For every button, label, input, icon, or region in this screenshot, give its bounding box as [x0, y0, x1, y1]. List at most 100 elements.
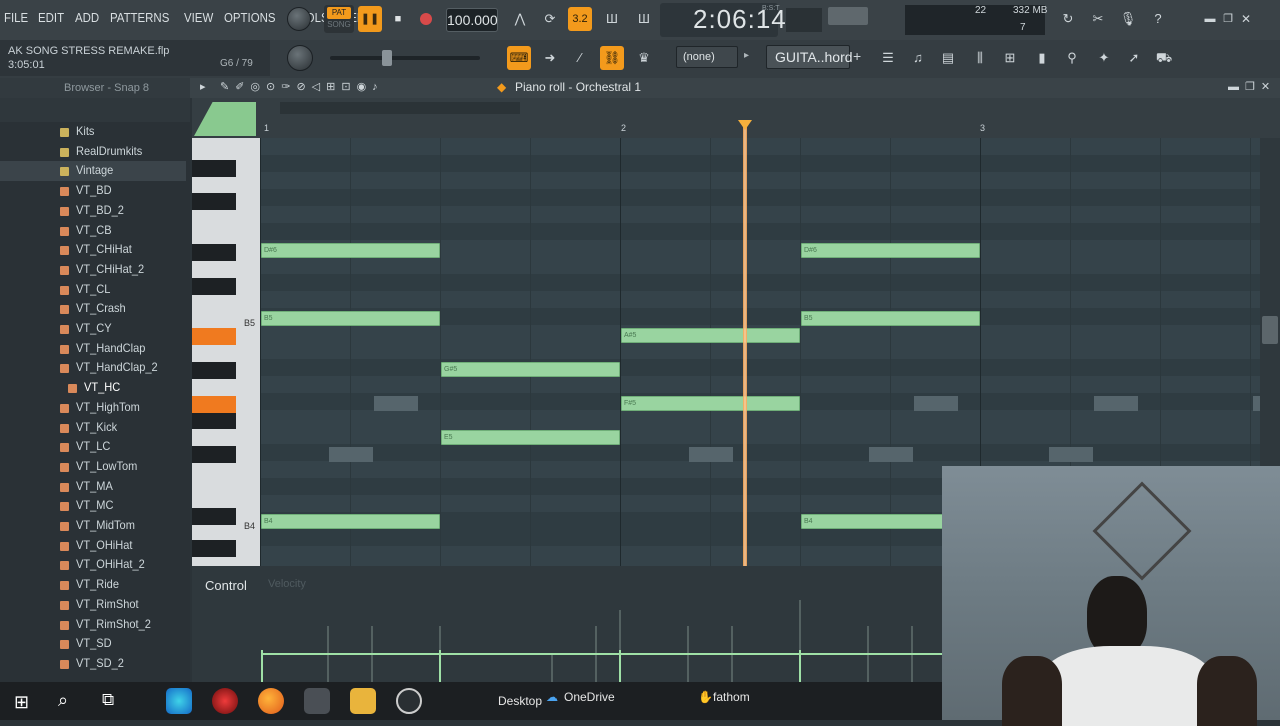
- note[interactable]: D#6: [261, 243, 440, 258]
- control-label[interactable]: Control: [205, 578, 247, 593]
- record-button[interactable]: [414, 6, 438, 32]
- refresh-icon[interactable]: ↻: [1056, 7, 1080, 31]
- note[interactable]: A#5: [621, 328, 800, 343]
- playhead-marker[interactable]: [738, 120, 752, 130]
- firefox-icon[interactable]: [258, 688, 284, 714]
- obs-icon[interactable]: [396, 688, 422, 714]
- overview-strip[interactable]: [280, 102, 520, 114]
- edge-icon[interactable]: [166, 688, 192, 714]
- pattern-selector[interactable]: (none): [676, 46, 738, 68]
- browser-item[interactable]: VT_BD_2: [0, 201, 186, 221]
- black-key[interactable]: [192, 540, 236, 557]
- black-key[interactable]: [192, 244, 236, 261]
- browser-item[interactable]: Kits: [0, 122, 186, 142]
- loop-record-icon[interactable]: Ш: [632, 7, 656, 31]
- brush-icon[interactable]: ⁄: [568, 46, 592, 70]
- browser-item[interactable]: VT_MidTom: [0, 516, 186, 536]
- note[interactable]: B4: [261, 514, 440, 529]
- chevron-right-icon[interactable]: ▸: [744, 50, 749, 61]
- black-key[interactable]: [192, 193, 236, 210]
- browser-item[interactable]: VT_HighTom: [0, 398, 186, 418]
- browser-item[interactable]: VT_SD_2: [0, 654, 186, 674]
- browser-icon[interactable]: ⊞: [998, 46, 1022, 70]
- browser-item[interactable]: VT_CL: [0, 280, 186, 300]
- browser-item[interactable]: VT_Crash: [0, 299, 186, 319]
- menu-add[interactable]: ADD: [75, 10, 99, 25]
- browser-item[interactable]: VT_Kick: [0, 418, 186, 438]
- browser-item[interactable]: VT_OHiHat_2: [0, 555, 186, 575]
- piano-roll-icon[interactable]: ♫: [906, 46, 930, 70]
- master-volume-slider[interactable]: [330, 56, 480, 60]
- link-icon[interactable]: ⛓: [600, 46, 624, 70]
- piano-keyboard[interactable]: [192, 138, 260, 566]
- metronome-icon[interactable]: ⋀: [508, 7, 532, 31]
- menu-view[interactable]: VIEW: [184, 10, 213, 25]
- browser-item[interactable]: VT_CY: [0, 319, 186, 339]
- browser-item[interactable]: VT_RimShot: [0, 595, 186, 615]
- cut-icon[interactable]: ✂: [1086, 7, 1110, 31]
- black-key[interactable]: [192, 412, 236, 429]
- file-explorer-icon[interactable]: [350, 688, 376, 714]
- help-icon[interactable]: ?: [1146, 7, 1170, 31]
- step-edit-icon[interactable]: Ш: [600, 7, 624, 31]
- pause-button[interactable]: ❚❚: [358, 6, 382, 32]
- export-icon[interactable]: ➚: [1122, 46, 1146, 70]
- browser-item[interactable]: VT_Ride: [0, 575, 186, 595]
- cart-icon[interactable]: ⛟: [1152, 46, 1176, 70]
- browser-item[interactable]: VT_MC: [0, 496, 186, 516]
- note[interactable]: G#5: [441, 362, 620, 377]
- browser-item[interactable]: VT_LC: [0, 437, 186, 457]
- playlist-icon[interactable]: ☰: [876, 46, 900, 70]
- wait-input-icon[interactable]: ⟳: [538, 7, 562, 31]
- menu-patterns[interactable]: PATTERNS: [110, 10, 169, 25]
- note[interactable]: E5: [441, 430, 620, 445]
- fl-studio-icon[interactable]: [304, 688, 330, 714]
- browser-item[interactable]: VT_MA: [0, 477, 186, 497]
- note[interactable]: D#6: [801, 243, 980, 258]
- browser-item[interactable]: VT_LowTom: [0, 457, 186, 477]
- close-icon[interactable]: ✕: [1234, 7, 1258, 31]
- black-key[interactable]: [192, 446, 236, 463]
- stop-button[interactable]: ■: [386, 6, 410, 32]
- file-icon[interactable]: ▮: [1030, 46, 1054, 70]
- black-key[interactable]: [192, 362, 236, 379]
- browser-item[interactable]: VT_OHiHat: [0, 536, 186, 556]
- microphone-icon[interactable]: 🎙: [1116, 7, 1140, 31]
- onedrive-label[interactable]: OneDrive: [564, 690, 615, 704]
- pat-song-toggle[interactable]: PAT SONG: [324, 5, 354, 33]
- browser-item[interactable]: VT_CB: [0, 221, 186, 241]
- browser-item[interactable]: VT_CHiHat_2: [0, 260, 186, 280]
- black-key[interactable]: [192, 278, 236, 295]
- note[interactable]: F#5: [621, 396, 800, 411]
- slider-handle[interactable]: [382, 50, 392, 66]
- browser-item[interactable]: VT_HandClap_2: [0, 358, 186, 378]
- window-controls[interactable]: ▬❐✕: [1228, 80, 1276, 93]
- desktop-toolbar[interactable]: Desktop: [498, 694, 542, 708]
- browser-item[interactable]: VT_SD: [0, 634, 186, 654]
- mixer-icon[interactable]: ⫼: [968, 46, 992, 70]
- velocity-lanes[interactable]: [260, 590, 960, 682]
- countdown-icon[interactable]: 3.2: [568, 7, 592, 31]
- fathom-label[interactable]: fathom: [713, 690, 750, 704]
- active-key[interactable]: [192, 328, 236, 345]
- browser-item[interactable]: Vintage: [0, 161, 186, 181]
- black-key[interactable]: [192, 160, 236, 177]
- tools-icon[interactable]: ✦: [1092, 46, 1116, 70]
- browser-item[interactable]: VT_CHiHat: [0, 240, 186, 260]
- menu-file[interactable]: FILE: [4, 10, 28, 25]
- typing-keyboard-icon[interactable]: ⌨: [507, 46, 531, 70]
- search-icon[interactable]: ⌕: [58, 690, 68, 711]
- channel-selector[interactable]: GUITA..hord: [766, 45, 853, 69]
- browser-item[interactable]: RealDrumkits: [0, 142, 186, 162]
- stamp-icon[interactable]: ♛: [632, 46, 656, 70]
- browser-item[interactable]: VT_BD: [0, 181, 186, 201]
- start-icon[interactable]: ⊞: [14, 692, 29, 713]
- arrow-right-icon[interactable]: ➜: [538, 46, 562, 70]
- master-pitch-knob[interactable]: [287, 45, 313, 71]
- note[interactable]: B5: [801, 311, 980, 326]
- channel-rack-icon[interactable]: ▤: [936, 46, 960, 70]
- piano-roll-tools[interactable]: ✎✐◎⊙✑⊘◁⊞⊡◉♪: [220, 80, 384, 93]
- note[interactable]: B5: [261, 311, 440, 326]
- tempo-display[interactable]: 100.000: [446, 8, 498, 32]
- plus-icon[interactable]: +: [853, 48, 861, 64]
